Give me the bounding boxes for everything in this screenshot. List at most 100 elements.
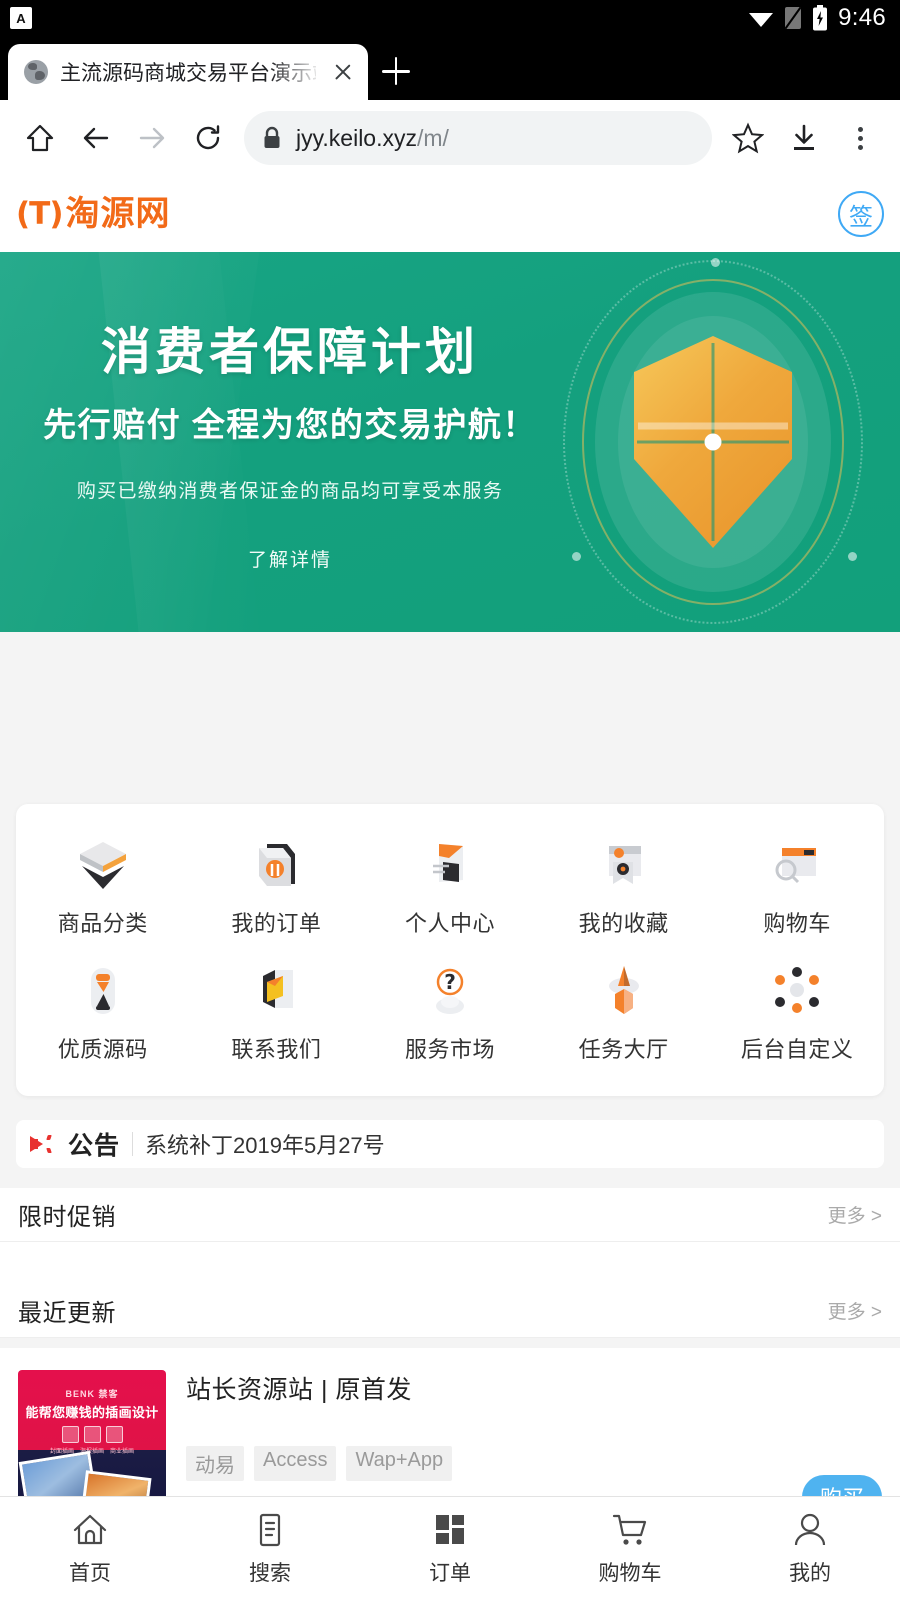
site-header: (T) 淘源网 签 bbox=[0, 176, 900, 252]
contact-box-icon bbox=[245, 962, 307, 1020]
close-icon[interactable] bbox=[328, 57, 358, 87]
quick-link-label: 商品分类 bbox=[57, 911, 148, 936]
quick-link-label: 任务大厅 bbox=[578, 1037, 669, 1062]
browser-tab-title: 主流源码商城交易平台演示站 bbox=[60, 62, 316, 85]
omnibox[interactable]: jyy.keilo.xyz/m/ bbox=[244, 111, 712, 165]
person-icon bbox=[791, 1511, 829, 1549]
section-header-recent-updates: 最近更新 更多 > bbox=[0, 1284, 900, 1338]
product-tag: Access bbox=[254, 1446, 337, 1481]
announcement-text: 系统补丁2019年5月27号 bbox=[145, 1133, 385, 1158]
bottom-navigation-bar: 首页 搜索 订单 购物车 我的 bbox=[0, 1496, 900, 1600]
quick-link-my-orders[interactable]: 我的订单 bbox=[190, 826, 364, 952]
quick-link-task-hall[interactable]: 任务大厅 bbox=[537, 952, 711, 1078]
announcement-bar[interactable]: 公告 系统补丁2019年5月27号 bbox=[16, 1120, 884, 1168]
nodes-icon bbox=[766, 962, 828, 1020]
section-header-flash-sale: 限时促销 更多 > bbox=[0, 1188, 900, 1242]
app-notification-badge-icon: A bbox=[10, 7, 32, 29]
new-tab-button[interactable] bbox=[368, 44, 424, 100]
omnibox-path: /m/ bbox=[417, 124, 449, 151]
quick-links-row-2: 优质源码 联系我们 ? 服务市场 任务大厅 后台自定义 bbox=[16, 952, 884, 1078]
back-arrow-icon[interactable] bbox=[70, 112, 122, 164]
profile-card-icon bbox=[419, 836, 481, 894]
globe-icon bbox=[24, 60, 48, 84]
section-more-link[interactable]: 更多 > bbox=[828, 1297, 882, 1324]
section-title: 限时促销 bbox=[18, 1204, 116, 1231]
task-rocket-icon bbox=[593, 962, 655, 1020]
android-status-bar: A 9:46 bbox=[0, 0, 900, 36]
quick-link-quality-source[interactable]: 优质源码 bbox=[16, 952, 190, 1078]
quick-link-label: 优质源码 bbox=[57, 1037, 148, 1062]
speaker-icon bbox=[30, 1134, 56, 1154]
forward-arrow-icon bbox=[126, 112, 178, 164]
quick-link-label: 个人中心 bbox=[404, 911, 495, 936]
browser-tab-strip: 主流源码商城交易平台演示站 bbox=[0, 36, 900, 100]
divider bbox=[132, 1132, 134, 1156]
omnibox-domain: jyy.keilo.xyz bbox=[296, 124, 417, 151]
quick-link-label: 我的订单 bbox=[231, 911, 322, 936]
thumb-brand: BENK 禁客 bbox=[65, 1389, 119, 1399]
download-icon[interactable] bbox=[778, 112, 830, 164]
flash-sale-body bbox=[0, 1242, 900, 1290]
quick-link-label: 后台自定义 bbox=[740, 1037, 854, 1062]
browser-tab[interactable]: 主流源码商城交易平台演示站 bbox=[8, 44, 368, 100]
nav-item-cart[interactable]: 购物车 bbox=[540, 1497, 720, 1600]
section-title: 最近更新 bbox=[18, 1300, 116, 1327]
announcement-label: 公告 bbox=[68, 1132, 121, 1160]
shield-illustration bbox=[548, 252, 878, 632]
order-book-icon bbox=[245, 836, 307, 894]
quick-link-favorites[interactable]: 我的收藏 bbox=[537, 826, 711, 952]
browser-toolbar: jyy.keilo.xyz/m/ bbox=[0, 100, 900, 176]
nav-label: 购物车 bbox=[598, 1561, 662, 1585]
site-logo-text: 淘源网 bbox=[65, 195, 171, 233]
home-icon[interactable] bbox=[14, 112, 66, 164]
section-more-link[interactable]: 更多 > bbox=[828, 1201, 882, 1228]
lock-icon bbox=[262, 126, 282, 150]
quick-link-categories[interactable]: 商品分类 bbox=[16, 826, 190, 952]
nav-item-home[interactable]: 首页 bbox=[0, 1497, 180, 1600]
nav-label: 订单 bbox=[429, 1561, 471, 1585]
wifi-icon bbox=[748, 7, 774, 29]
cart-icon bbox=[611, 1511, 649, 1549]
home-icon bbox=[71, 1511, 109, 1549]
quick-link-contact-us[interactable]: 联系我们 bbox=[190, 952, 364, 1078]
quick-link-profile[interactable]: 个人中心 bbox=[363, 826, 537, 952]
bookmark-page-icon bbox=[593, 836, 655, 894]
overflow-menu-icon[interactable] bbox=[834, 112, 886, 164]
quick-link-label: 我的收藏 bbox=[578, 911, 669, 936]
cart-search-icon bbox=[766, 836, 828, 894]
status-bar-right: 9:46 bbox=[748, 4, 886, 32]
nav-item-search[interactable]: 搜索 bbox=[180, 1497, 360, 1600]
web-page-viewport: (T) 淘源网 签 消费者保障计划 先行赔付 全程为您的交易护航！ 购买已缴纳消… bbox=[0, 176, 900, 1600]
hourglass-icon bbox=[72, 962, 134, 1020]
quick-link-label: 联系我们 bbox=[231, 1037, 322, 1062]
question-market-icon: ? bbox=[419, 962, 481, 1020]
nav-label: 首页 bbox=[69, 1561, 111, 1585]
banner-subtitle: 先行赔付 全程为您的交易护航！ bbox=[43, 406, 537, 443]
omnibox-url-text: jyy.keilo.xyz/m/ bbox=[296, 125, 449, 152]
thumb-headline: 能帮您赚钱的插画设计 bbox=[25, 1405, 159, 1420]
site-logo[interactable]: (T) 淘源网 bbox=[16, 196, 170, 232]
thumb-chip-labels: 封面插画 海报插画 商业插画 bbox=[49, 1449, 135, 1455]
quick-link-label: 购物车 bbox=[763, 911, 831, 936]
product-tag: 动易 bbox=[186, 1446, 244, 1481]
grid-order-icon bbox=[431, 1511, 469, 1549]
banner-details-link[interactable]: 了解详情 bbox=[248, 545, 332, 572]
no-sim-icon bbox=[784, 6, 802, 30]
reload-icon[interactable] bbox=[182, 112, 234, 164]
svg-text:?: ? bbox=[444, 970, 456, 994]
quick-links-row-1: 商品分类 我的订单 个人中心 我的收藏 购物车 bbox=[16, 826, 884, 952]
logo-mark-icon: (T) bbox=[16, 196, 63, 232]
nav-item-orders[interactable]: 订单 bbox=[360, 1497, 540, 1600]
promo-banner[interactable]: 消费者保障计划 先行赔付 全程为您的交易护航！ 购买已缴纳消费者保证金的商品均可… bbox=[0, 252, 900, 632]
document-search-icon bbox=[251, 1511, 289, 1549]
nav-label: 搜索 bbox=[249, 1561, 291, 1585]
quick-link-service-market[interactable]: ? 服务市场 bbox=[363, 952, 537, 1078]
star-icon[interactable] bbox=[722, 112, 774, 164]
sign-in-button[interactable]: 签 bbox=[838, 191, 884, 237]
status-bar-left: A bbox=[10, 7, 32, 29]
banner-title: 消费者保障计划 bbox=[101, 324, 479, 380]
quick-link-cart[interactable]: 购物车 bbox=[710, 826, 884, 952]
layers-icon bbox=[72, 836, 134, 894]
nav-item-profile[interactable]: 我的 bbox=[720, 1497, 900, 1600]
quick-link-backend-custom[interactable]: 后台自定义 bbox=[710, 952, 884, 1078]
